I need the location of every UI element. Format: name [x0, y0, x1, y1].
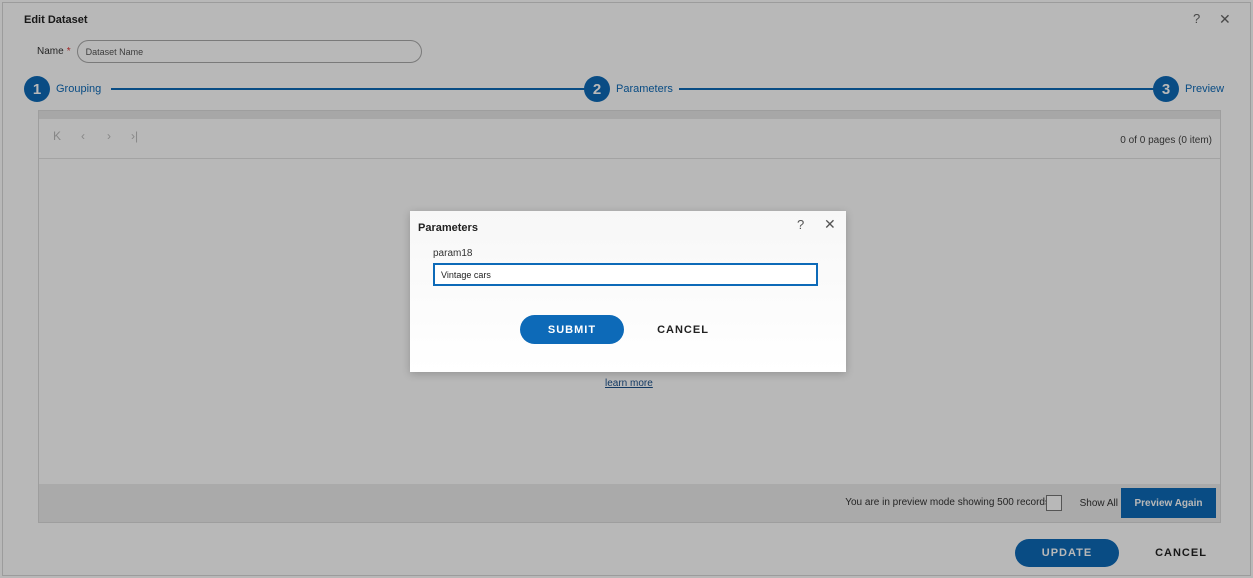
dialog-cancel-button[interactable]: CANCEL [646, 315, 720, 344]
submit-button[interactable]: SUBMIT [520, 315, 624, 344]
dialog-title: Parameters [418, 222, 478, 234]
help-icon[interactable]: ? [797, 217, 804, 232]
parameters-dialog: Parameters ? ✕ param18 SUBMIT CANCEL [410, 211, 846, 372]
param-input[interactable] [433, 263, 818, 286]
param-label: param18 [433, 248, 473, 259]
close-icon[interactable]: ✕ [824, 216, 836, 233]
